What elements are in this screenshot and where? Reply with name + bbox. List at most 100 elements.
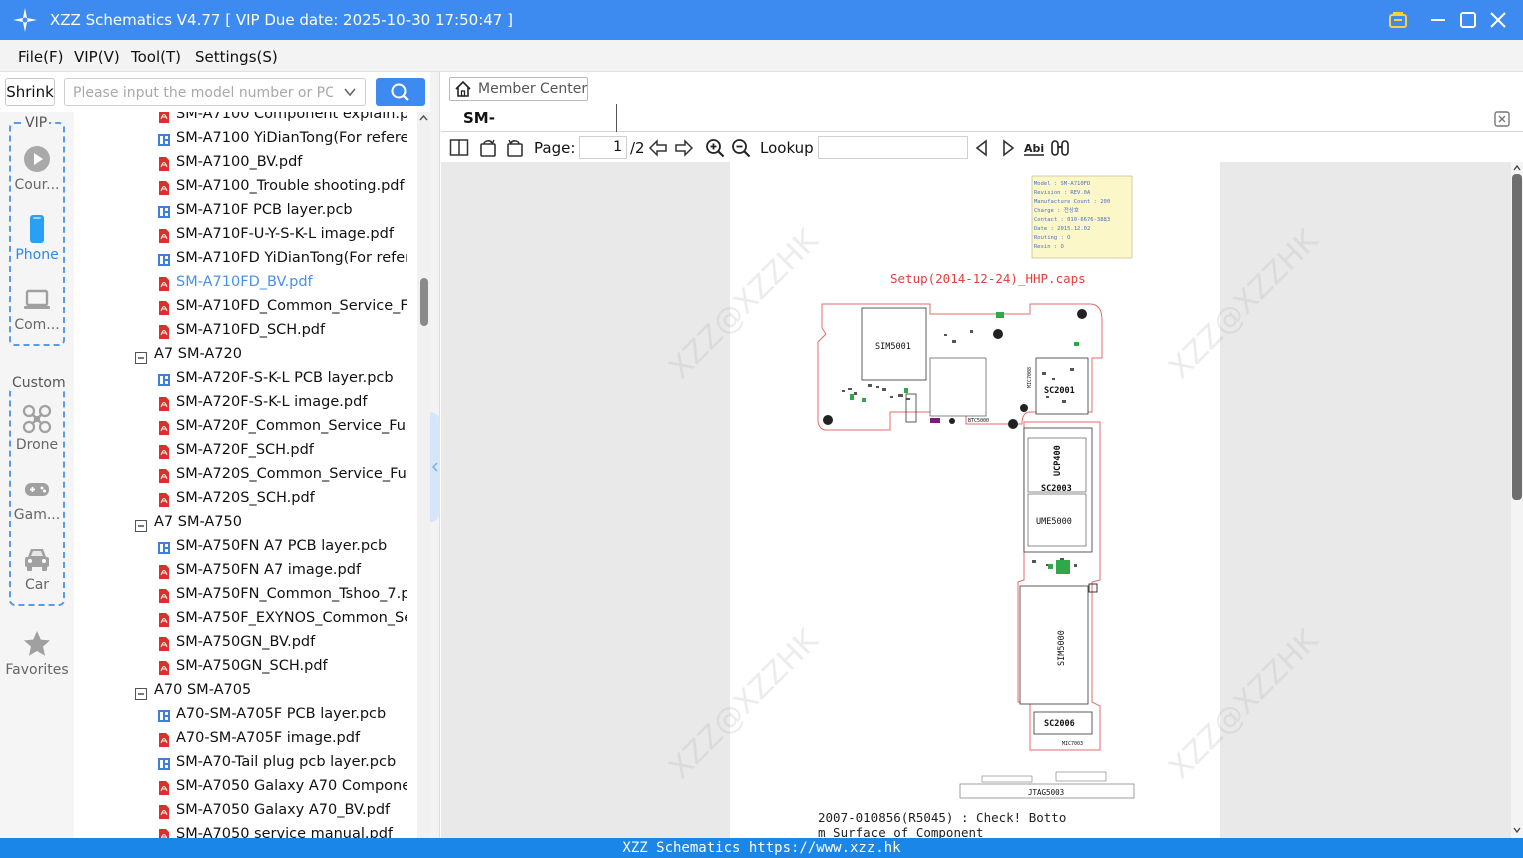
tree-scroll-thumb[interactable] [420, 278, 428, 326]
tree-item-label: A70-SM-A705F PCB layer.pcb [176, 706, 387, 722]
pcb-file-icon [157, 251, 171, 266]
find-next-icon[interactable] [998, 138, 1018, 158]
tree-file-item[interactable]: SM-A710FD_BV.pdf [157, 270, 407, 294]
nav-item-game[interactable]: Gam... [0, 474, 74, 524]
nav-label: Gam... [13, 507, 61, 523]
two-page-view-icon[interactable] [449, 138, 469, 158]
tree-scrollbar[interactable] [417, 112, 430, 838]
tree-file-item[interactable]: A70-SM-A705F image.pdf [157, 726, 407, 750]
document-viewer[interactable]: Model : SM-A710FD Revision : REV.0A Manu… [441, 162, 1511, 838]
tree-file-item[interactable]: SM-A720S_Common_Service_Full_S [157, 462, 407, 486]
close-icon[interactable] [1486, 8, 1510, 32]
find-previous-icon[interactable] [972, 138, 992, 158]
tree-item-label: SM-A720S_SCH.pdf [176, 490, 315, 506]
search-button[interactable] [376, 78, 425, 106]
tree-item-label: SM-A7100_Trouble shooting.pdf [176, 178, 405, 194]
minimize-icon[interactable] [1426, 8, 1450, 32]
nav-item-favorites[interactable]: Favorites [0, 629, 74, 679]
tree-file-item[interactable]: SM-A710F-U-Y-S-K-L image.pdf [157, 222, 407, 246]
tree-file-item[interactable]: SM-A720F_SCH.pdf [157, 438, 407, 462]
board-label: BTC5000 [968, 418, 989, 424]
match-case-icon[interactable]: Abi [1024, 138, 1044, 158]
tree-file-item[interactable]: SM-A7050 Galaxy A70 Component [157, 774, 407, 798]
tree-file-item[interactable]: SM-A750GN_BV.pdf [157, 630, 407, 654]
zoom-in-icon[interactable] [705, 138, 725, 158]
tree-file-item[interactable]: SM-A710F PCB layer.pcb [157, 198, 407, 222]
tree-file-item[interactable]: A70-SM-A705F PCB layer.pcb [157, 702, 407, 726]
vip-badge-icon[interactable] [1386, 8, 1410, 32]
previous-page-icon[interactable] [648, 138, 668, 158]
nav-item-courses[interactable]: Cour... [0, 144, 74, 194]
tree-folder[interactable]: A7 SM-A720 [135, 342, 415, 366]
menu-tool[interactable]: Tool(T) [131, 48, 181, 66]
nav-item-phone[interactable]: Phone [0, 214, 74, 264]
tree-file-item[interactable]: SM-A750F_EXYNOS_Common_Serv [157, 606, 407, 630]
tree-file-item[interactable]: SM-A710FD_Common_Service_Full [157, 294, 407, 318]
tree-file-item[interactable]: SM-A7100 YiDianTong(For referen [157, 126, 407, 150]
file-tree[interactable]: SM-A7100 Component explain.pdf SM-A7100 Y… [74, 112, 430, 838]
tree-file-item[interactable]: SM-A750FN A7 image.pdf [157, 558, 407, 582]
nav-label: Car [24, 577, 50, 593]
scroll-up-icon[interactable] [1513, 164, 1521, 172]
collapse-toggle-icon[interactable] [135, 684, 147, 700]
rotate-right-icon[interactable] [505, 138, 525, 158]
menu-file[interactable]: File(F) [18, 48, 63, 66]
tree-file-item[interactable]: SM-A720F_Common_Service_Full_S [157, 414, 407, 438]
pdf-file-icon [157, 395, 171, 411]
nav-item-computer[interactable]: Com... [0, 284, 74, 334]
next-page-icon[interactable] [674, 138, 694, 158]
tree-file-item[interactable]: SM-A720F-S-K-L PCB layer.pcb [157, 366, 407, 390]
binoculars-icon[interactable] [1050, 138, 1070, 158]
collapse-handle[interactable] [430, 412, 440, 522]
tree-item-label: SM-A7100 Component explain.pdf [176, 112, 407, 122]
maximize-icon[interactable] [1456, 8, 1480, 32]
close-tab-icon[interactable] [1493, 110, 1511, 128]
search-input[interactable] [73, 83, 333, 103]
viewer-scroll-thumb[interactable] [1512, 174, 1522, 500]
zoom-out-icon[interactable] [731, 138, 751, 158]
tree-item-label: A7 SM-A720 [154, 346, 242, 362]
title-bar[interactable]: XZZ Schematics V4.77 [ VIP Due date: 202… [0, 0, 1523, 40]
scroll-down-icon[interactable] [1513, 826, 1521, 834]
rotate-left-icon[interactable] [478, 138, 498, 158]
lookup-input[interactable] [818, 136, 968, 159]
phone-icon [30, 215, 44, 243]
collapse-toggle-icon[interactable] [135, 348, 147, 364]
menu-vip[interactable]: VIP(V) [74, 48, 120, 66]
tree-file-item[interactable]: SM-A750GN_SCH.pdf [157, 654, 407, 678]
pdf-file-icon [157, 323, 171, 339]
laptop-icon [24, 289, 50, 309]
tree-file-item[interactable]: SM-A750FN_Common_Tshoo_7.pd [157, 582, 407, 606]
tree-file-item[interactable]: SM-A70-Tail plug pcb layer.pcb [157, 750, 407, 774]
page-number-input[interactable]: 1 [579, 136, 627, 159]
menu-settings[interactable]: Settings(S) [195, 48, 278, 66]
tree-file-item[interactable]: SM-A7100 Component explain.pdf [157, 112, 407, 126]
viewer-scrollbar[interactable] [1511, 162, 1523, 838]
document-tab[interactable]: SM-A710FD_BV.pdf [449, 104, 617, 155]
tree-file-item[interactable]: SM-A7100_BV.pdf [157, 150, 407, 174]
document-tab-bar: SM-A710FD_BV.pdf [441, 104, 1523, 155]
tree-file-item[interactable]: SM-A7050 service manual.pdf [157, 822, 407, 838]
panel-splitter[interactable] [430, 72, 440, 838]
tree-file-item[interactable]: SM-A7100_Trouble shooting.pdf [157, 174, 407, 198]
tree-file-item[interactable]: SM-A7050 Galaxy A70_BV.pdf [157, 798, 407, 822]
model-search-combo[interactable] [64, 78, 366, 106]
chevron-down-icon[interactable] [343, 85, 357, 99]
pdf-file-icon [157, 779, 171, 795]
nav-item-drone[interactable]: Drone [0, 404, 74, 454]
tree-folder[interactable]: A7 SM-A750 [135, 510, 415, 534]
tree-file-item[interactable]: SM-A720S_SCH.pdf [157, 486, 407, 510]
collapse-toggle-icon[interactable] [135, 516, 147, 532]
tree-folder[interactable]: A70 SM-A705 [135, 678, 415, 702]
nav-item-car[interactable]: Car [0, 544, 74, 594]
tree-file-item[interactable]: SM-A720F-S-K-L image.pdf [157, 390, 407, 414]
tree-file-item[interactable]: SM-A750FN A7 PCB layer.pcb [157, 534, 407, 558]
tree-file-item[interactable]: SM-A710FD YiDianTong(For refere [157, 246, 407, 270]
scroll-up-icon[interactable] [419, 114, 428, 123]
member-center-label: Member Center [478, 81, 588, 97]
shrink-button[interactable]: Shrink [5, 78, 55, 106]
tree-file-item[interactable]: SM-A710FD_SCH.pdf [157, 318, 407, 342]
member-center-button[interactable]: Member Center [449, 77, 588, 101]
nav-label: Favorites [5, 662, 69, 678]
info-line: Manufacture Count : 200 [1034, 199, 1110, 205]
